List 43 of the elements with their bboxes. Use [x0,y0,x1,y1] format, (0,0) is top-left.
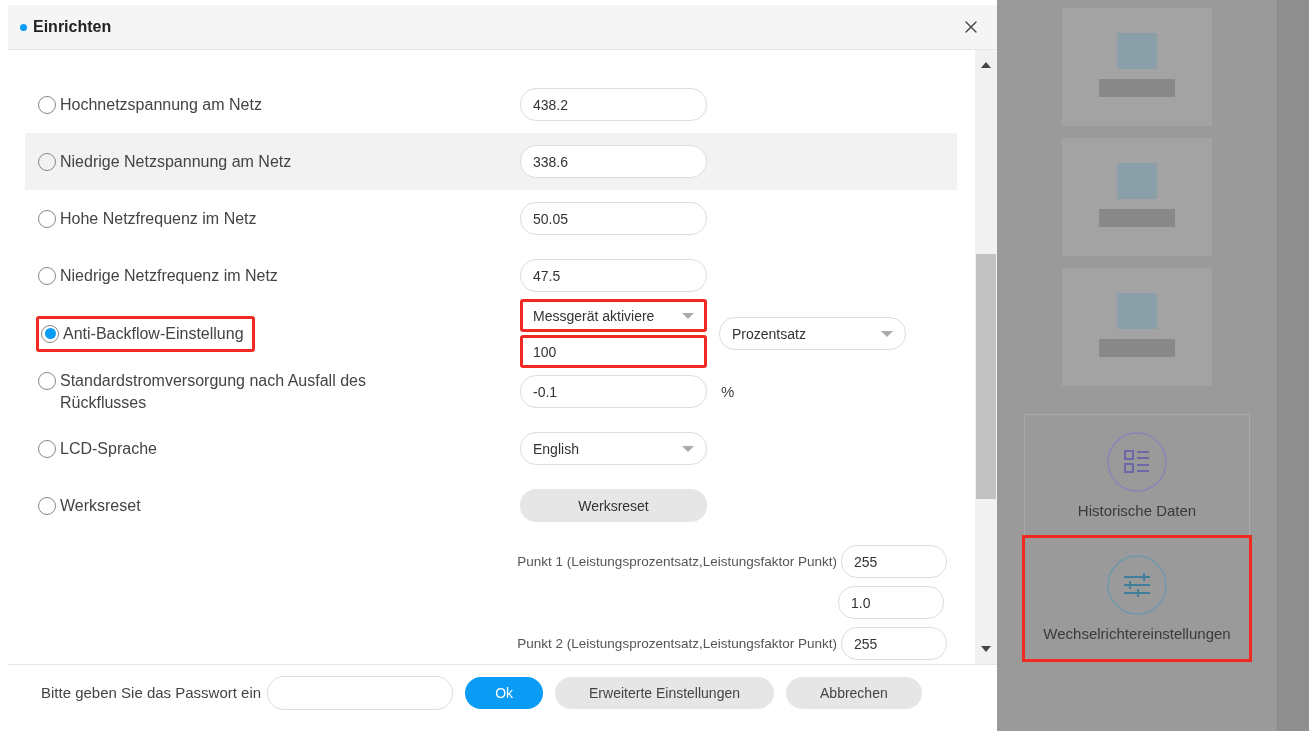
tile-label: Wechselrichtereinstellungen [1043,625,1231,642]
input-field[interactable]: 438.2 [520,88,707,121]
point-label: Punkt 1 (Leistungsprozentsatz,Leistungsfaktor Punkt) [517,554,837,569]
password-field[interactable] [267,675,454,710]
caret-icon [881,330,893,337]
scroll-down-icon[interactable] [981,646,991,652]
tile-label: Historische Daten [1077,502,1197,519]
scroll-thumb[interactable] [976,254,996,499]
menu-tile[interactable]: Historische Daten [1024,414,1250,537]
setting-label: Niedrige Netzfrequenz im Netz [60,265,278,286]
dialog-button[interactable]: Erweiterte Einstellungen [555,676,774,709]
setting-label: Werksreset [60,495,141,516]
list-icon [1107,432,1167,492]
select-field[interactable]: Messgerät aktiviere [520,299,707,333]
setting-label: Anti-Backflow-Einstellung [63,323,244,344]
caret-icon [682,445,694,452]
input-field[interactable]: 50.05 [520,202,707,235]
reset-button[interactable]: Werksreset [520,489,707,523]
input-field[interactable]: -0.1 [520,375,707,409]
input-field[interactable]: 338.6 [520,145,707,178]
input-field[interactable]: 1.0 [838,586,944,619]
select-field[interactable]: Prozentsatz [719,317,906,351]
scroll-up-icon[interactable] [981,62,991,68]
setting-label: Niedrige Netzspannung am Netz [60,151,292,172]
input-field[interactable]: 255 [841,627,947,660]
setting-label: Hohe Netzfrequenz im Netz [60,208,257,229]
scrollbar[interactable] [975,50,997,664]
setting-label: Standardstromversorgung nach Ausfall des Rückflusses [60,370,367,413]
setting-label: Hochnetzspannung am Netz [60,94,262,115]
caret-icon [682,312,694,319]
select-field[interactable]: English [520,432,707,466]
dialog-title: Einrichten [33,18,113,36]
dot-icon [20,23,27,31]
input-field[interactable]: 100 [520,335,707,369]
password-label: Bitte geben Sie das Passwort ein [41,684,262,701]
input-field[interactable]: 47.5 [520,259,707,292]
unit-label: % [721,383,735,401]
menu-tile[interactable]: Wechselrichtereinstellungen [1024,537,1250,660]
point-label: Punkt 2 (Leistungsprozentsatz,Leistungsfaktor Punkt) [517,636,837,651]
input-field[interactable]: 255 [841,545,947,578]
setting-label: LCD-Sprache [60,438,157,459]
dialog-button[interactable]: Abbrechen [786,676,922,709]
sliders-icon [1107,555,1167,615]
